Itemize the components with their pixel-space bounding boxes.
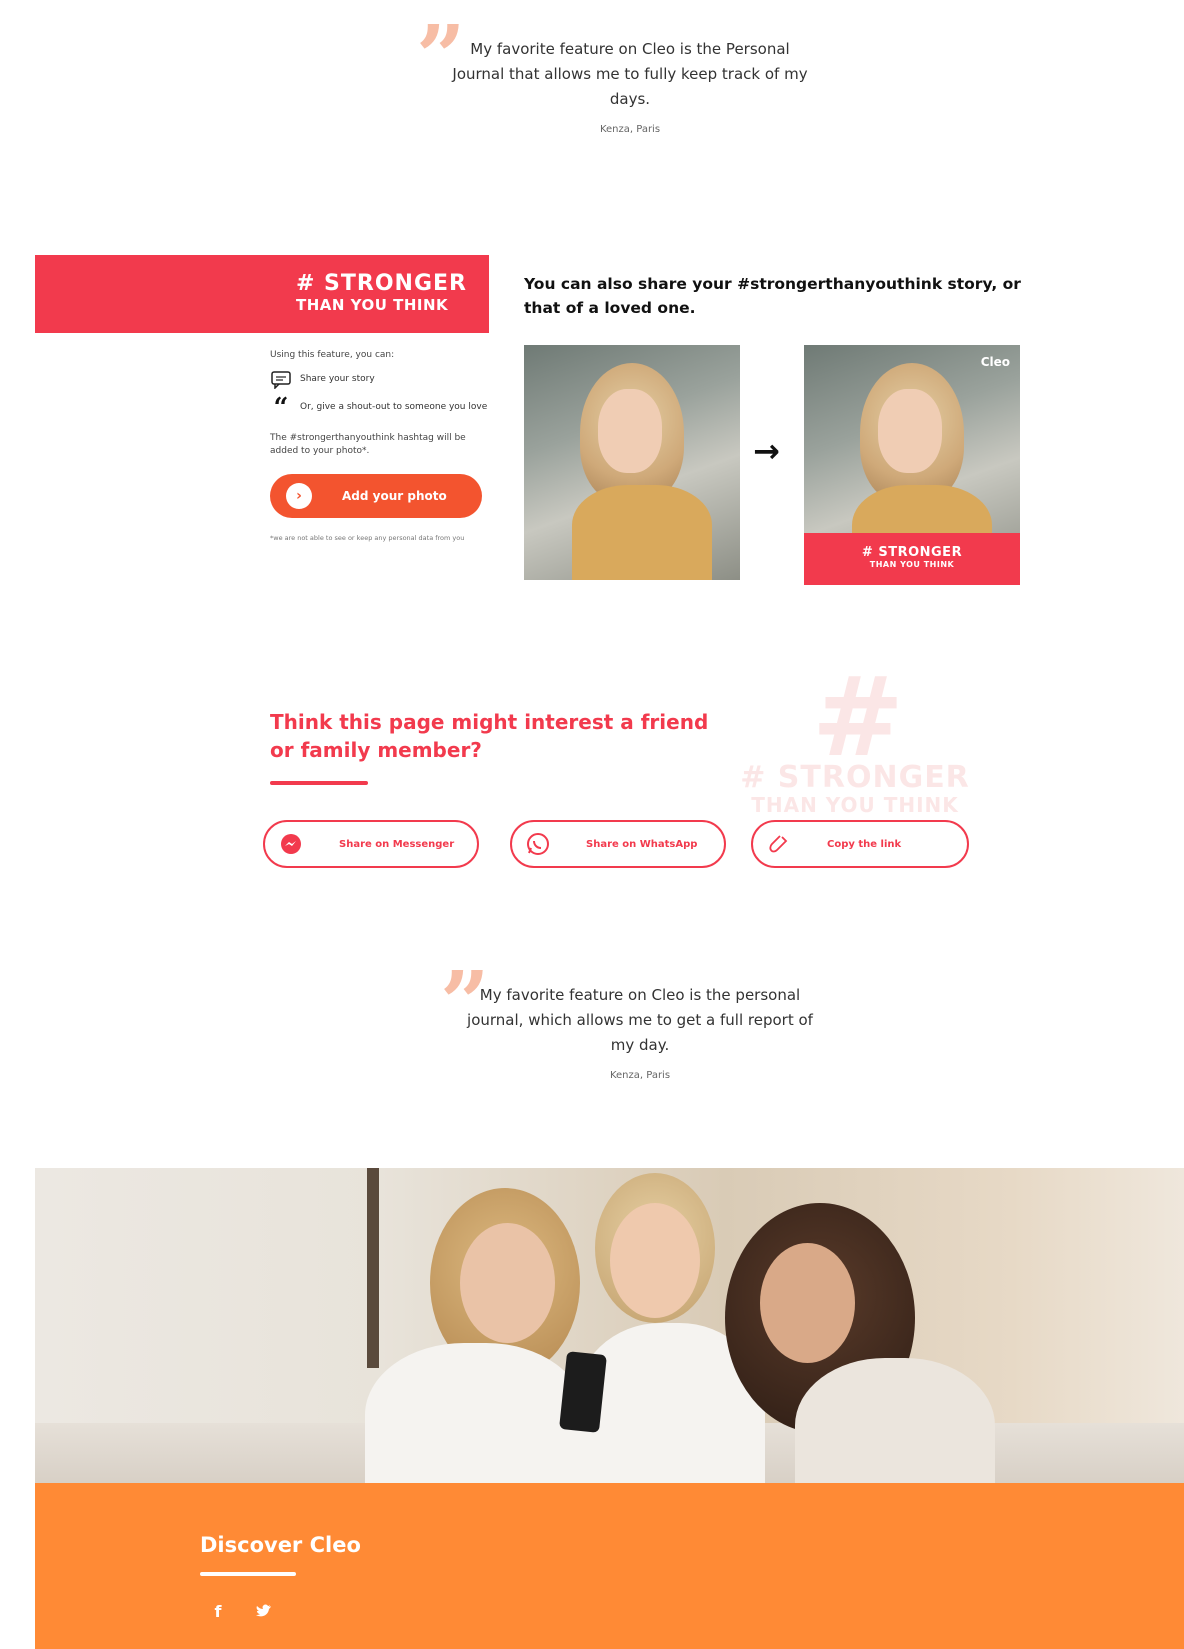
photo-person-left-body <box>365 1343 585 1483</box>
chat-icon <box>270 370 292 390</box>
testimonial-bottom: ” My favorite feature on Cleo is the per… <box>440 961 820 1082</box>
copy-link-label: Copy the link <box>827 838 902 850</box>
testimonial-author: Kenza, Paris <box>609 1070 671 1081</box>
feature-label: Or, give a shout-out to someone you love <box>300 402 488 412</box>
chevron-right-icon: › <box>286 483 312 509</box>
photo-person-middle-face <box>610 1203 700 1318</box>
watermark-line1: # STRONGER <box>740 760 970 795</box>
stronger-logo-line2: THAN YOU THINK <box>295 296 449 314</box>
testimonial-quote: My favorite feature on Cleo is the perso… <box>467 986 813 1054</box>
watermark-hash: # <box>811 653 904 781</box>
title-underline <box>270 781 368 785</box>
share-messenger-button[interactable]: Share on Messenger <box>263 820 479 868</box>
footer-title: Discover Cleo <box>200 1533 361 1557</box>
feature-box: Using this feature, you can: Share your … <box>270 350 490 543</box>
twitter-icon[interactable] <box>249 1596 279 1626</box>
quote-icon: “ <box>273 393 289 423</box>
whatsapp-icon <box>526 832 550 856</box>
watermark-line2: THAN YOU THINK <box>751 793 959 817</box>
link-icon <box>767 832 791 856</box>
overlay-line2: THAN YOU THINK <box>869 560 955 569</box>
photo-face <box>878 389 942 473</box>
feature-label: Share your story <box>300 374 375 384</box>
copy-link-button[interactable]: Copy the link <box>751 820 969 868</box>
testimonial-author: Kenza, Paris <box>599 124 661 135</box>
arrow-right-icon: → <box>753 432 780 470</box>
share-page-title: Think this page might interest a friend … <box>270 710 709 762</box>
footnote: *we are not able to see or keep any pers… <box>270 534 465 542</box>
example-photo-after: Cleo # STRONGER THAN YOU THINK <box>804 345 1020 585</box>
facebook-icon[interactable]: f <box>203 1596 233 1626</box>
share-whatsapp-button[interactable]: Share on WhatsApp <box>510 820 726 868</box>
share-whatsapp-label: Share on WhatsApp <box>586 838 698 850</box>
photo-person-right-face <box>760 1243 855 1363</box>
photo-sweater <box>572 485 712 580</box>
footer-underline <box>200 1572 296 1576</box>
cleo-logo: Cleo <box>980 355 1010 369</box>
feature-item-shout-out: “ Or, give a shout-out to someone you lo… <box>270 393 490 423</box>
example-photo-before <box>524 345 740 580</box>
photo-phone <box>559 1351 607 1433</box>
add-photo-label: Add your photo <box>342 489 447 503</box>
share-messenger-label: Share on Messenger <box>339 838 455 850</box>
page: ” My favorite feature on Cleo is the Per… <box>0 0 1184 1649</box>
share-story-title: You can also share your #strongerthanyou… <box>524 275 1021 317</box>
messenger-icon <box>279 832 303 856</box>
photo-person-left-face <box>460 1223 555 1343</box>
feature-item-share-story: Share your story <box>270 370 490 390</box>
hero-photo <box>35 1168 1184 1483</box>
stronger-banner: # STRONGER THAN YOU THINK <box>35 255 489 333</box>
footer: Discover Cleo f <box>35 1483 1184 1649</box>
photo-decor <box>367 1168 379 1368</box>
feature-intro: Using this feature, you can: <box>270 350 395 360</box>
photo-overlay-banner: # STRONGER THAN YOU THINK <box>804 533 1020 585</box>
stronger-logo-line1: # STRONGER <box>295 271 467 296</box>
add-photo-button[interactable]: › Add your photo <box>270 474 482 518</box>
stronger-watermark: # # STRONGER THAN YOU THINK <box>725 653 985 817</box>
testimonial-top: ” My favorite feature on Cleo is the Per… <box>416 15 810 136</box>
overlay-line1: # STRONGER <box>861 545 963 560</box>
feature-note: The #strongerthanyouthink hashtag will b… <box>270 433 466 456</box>
stronger-logo: # STRONGER THAN YOU THINK <box>295 271 467 315</box>
photo-person-right-body <box>795 1358 995 1483</box>
testimonial-quote: My favorite feature on Cleo is the Perso… <box>452 40 808 108</box>
photo-face <box>598 389 662 473</box>
